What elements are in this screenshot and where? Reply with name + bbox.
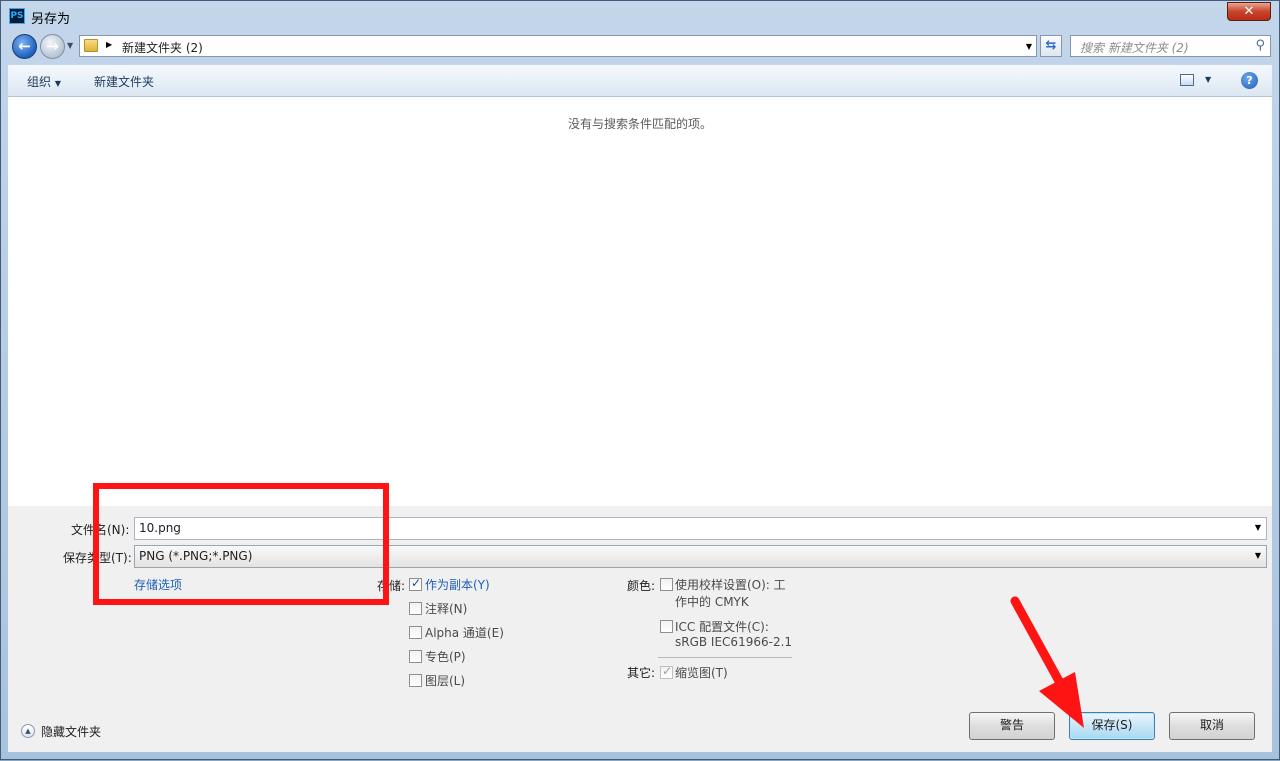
annotation-arrow-shaft	[1010, 596, 1064, 686]
annotation-arrow	[1010, 596, 1084, 728]
annotation-arrow-head	[1039, 672, 1084, 728]
save-as-dialog: PS 另存为 ✕ ← → ▼ ▶ 新建文件夹 (2) ▼ ⇆ 搜索 新建文件夹 …	[0, 0, 1280, 760]
